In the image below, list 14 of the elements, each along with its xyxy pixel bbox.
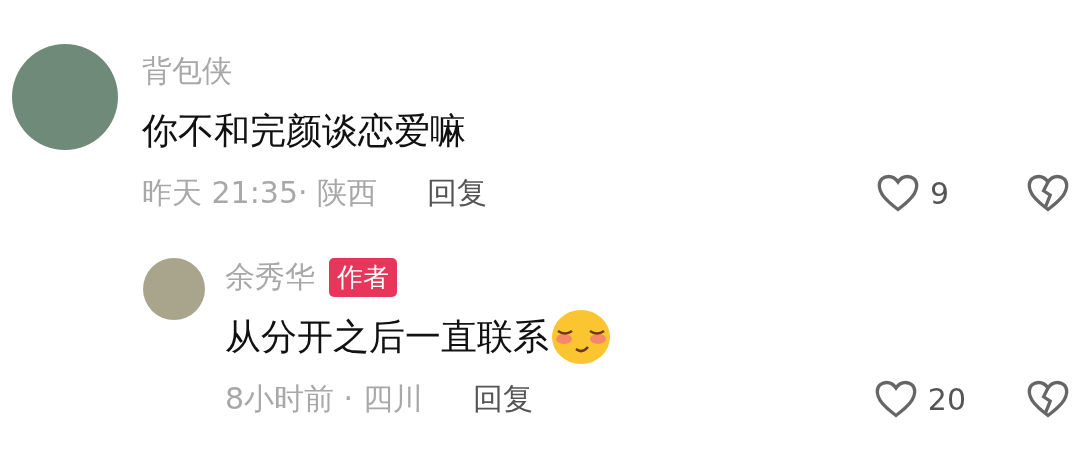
broken-heart-icon[interactable] <box>1026 173 1070 213</box>
time-location: 昨天 21:35· 陕西 <box>142 173 378 212</box>
like-button[interactable]: 20 <box>873 379 966 419</box>
broken-heart-icon[interactable] <box>1026 379 1070 419</box>
time-location: 8小时前 · 四川 <box>225 379 423 418</box>
like-button[interactable]: 9 <box>876 173 966 213</box>
reply-button[interactable]: 回复 <box>472 378 533 420</box>
heart-icon <box>876 173 920 213</box>
heart-icon <box>873 379 918 419</box>
reply-button[interactable]: 回复 <box>427 172 488 214</box>
author-badge: 作者 <box>329 257 397 297</box>
smiling-face-icon <box>551 309 611 365</box>
comment-text: 从分开之后一直联系 <box>225 314 549 359</box>
comment-text: 你不和完颜谈恋爱嘛 <box>142 108 466 153</box>
